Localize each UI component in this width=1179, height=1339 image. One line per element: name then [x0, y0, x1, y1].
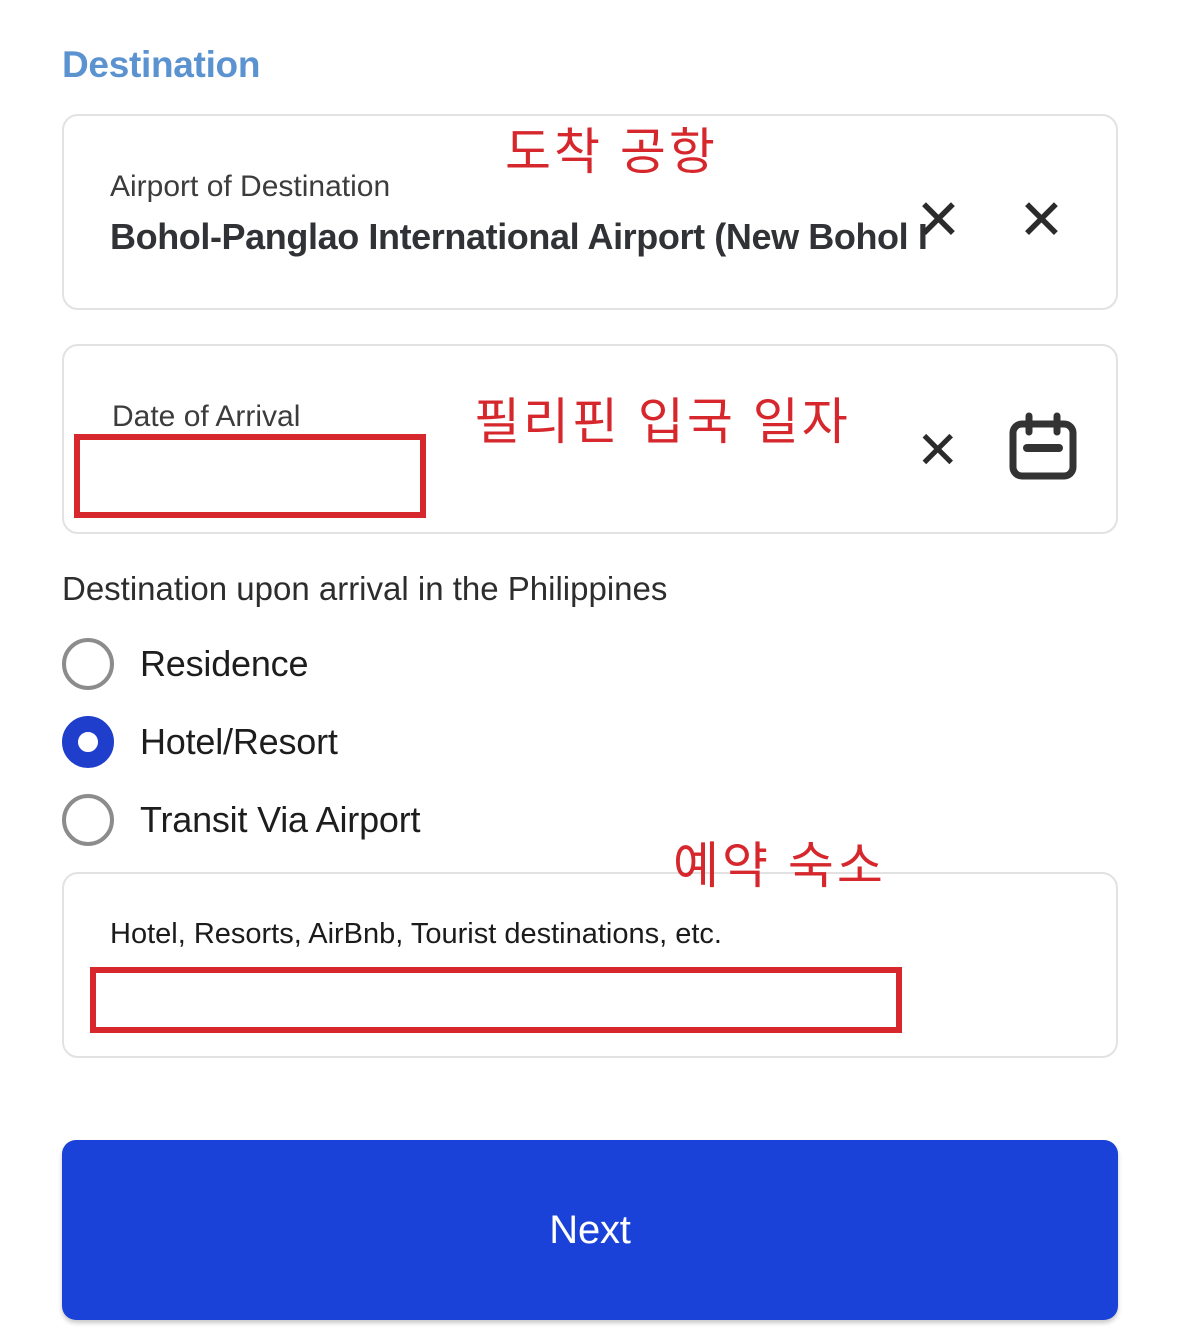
annotation-x-mark-icon: ✕ — [1018, 188, 1065, 251]
destination-form-screen: Destination Airport of Destination Bohol… — [0, 0, 1179, 1339]
destination-upon-arrival-label: Destination upon arrival in the Philippi… — [62, 570, 668, 607]
annotation-highlight-box-hotel — [90, 967, 902, 1033]
radio-option-residence[interactable]: Residence — [62, 636, 309, 692]
page-title: Destination — [62, 44, 261, 85]
radio-option-label: Transit Via Airport — [140, 799, 421, 840]
radio-option-label: Residence — [140, 643, 309, 684]
annotation-x-mark-icon: ✕ — [915, 188, 962, 251]
date-of-arrival-label: Date of Arrival — [112, 400, 301, 433]
radio-option-hotel-resort[interactable]: Hotel/Resort — [62, 714, 338, 770]
annotation-highlight-box-date — [74, 434, 426, 518]
airport-of-destination-label: Airport of Destination — [110, 170, 391, 203]
calendar-icon[interactable] — [1005, 410, 1081, 486]
accommodation-hint-line-1: Hotel, Resorts, AirBnb, Tourist destinat… — [110, 918, 722, 950]
annotation-airport-note: 도착 공항 — [505, 124, 718, 180]
next-button[interactable]: Next — [62, 1140, 1118, 1320]
annotation-date-note: 필리핀 입국 일자 — [474, 394, 851, 450]
annotation-hotel-note: 예약 숙소 — [673, 838, 886, 894]
airport-of-destination-value: Bohol-Panglao International Airport (New… — [110, 216, 928, 257]
radio-circle-icon[interactable] — [62, 794, 114, 846]
radio-circle-icon[interactable] — [62, 638, 114, 690]
radio-circle-selected-icon[interactable] — [62, 716, 114, 768]
annotation-x-mark-icon: ✕ — [916, 422, 960, 480]
radio-option-transit-via-airport[interactable]: Transit Via Airport — [62, 792, 421, 848]
radio-option-label: Hotel/Resort — [140, 721, 338, 762]
